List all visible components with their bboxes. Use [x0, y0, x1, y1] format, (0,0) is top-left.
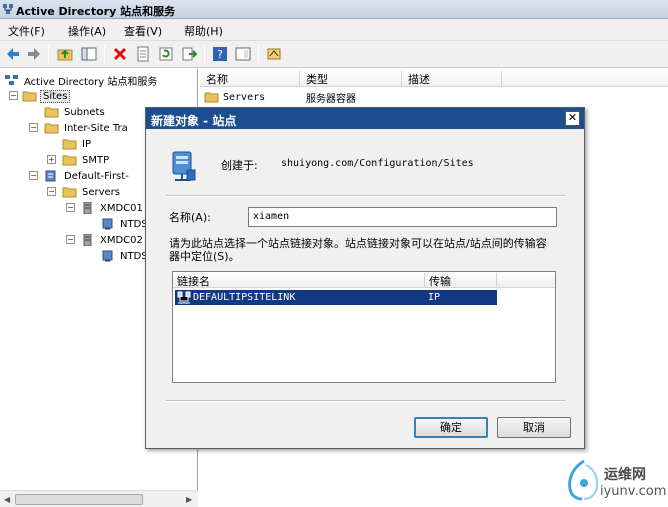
collapse-toggle-default-site[interactable]: −: [29, 171, 38, 180]
column-header-description[interactable]: 描述: [402, 71, 502, 87]
view-icon[interactable]: [234, 45, 252, 63]
site-link-hint: 请为此站点选择一个站点链接对象。站点链接对象可以在站点/站点间的传输容器中定位(…: [169, 237, 547, 263]
column-header-type[interactable]: 类型: [300, 71, 402, 87]
site-link-list[interactable]: 链接名 传输 DEFAULTIPSITELINK IP: [172, 271, 556, 383]
created-at-path: shuiyong.com/Configuration/Sites: [281, 158, 474, 169]
collapse-toggle-inter-site[interactable]: −: [29, 123, 38, 132]
menu-file[interactable]: 文件(F): [8, 23, 45, 39]
menu-bar: 文件(F) 操作(A) 查看(V) 帮助(H): [0, 19, 668, 41]
show-tree-icon[interactable]: [80, 45, 98, 63]
folder-icon: [204, 92, 219, 103]
menu-view[interactable]: 查看(V): [124, 23, 162, 39]
tree-item-inter-site-transports[interactable]: Inter-Site Tra: [44, 120, 130, 136]
column-header-transport[interactable]: 传输: [425, 273, 497, 288]
folder-icon: [62, 187, 77, 198]
site-link-icon: [177, 291, 191, 304]
ok-button[interactable]: 确定: [414, 417, 488, 438]
folder-icon: [62, 139, 77, 150]
folder-icon: [44, 107, 59, 118]
refresh-icon[interactable]: [157, 45, 175, 63]
forward-icon[interactable]: [25, 45, 43, 63]
collapse-toggle-servers[interactable]: −: [47, 187, 56, 196]
export-icon[interactable]: [180, 45, 198, 63]
tree-item-ntds-settings-1[interactable]: NTDS: [100, 216, 150, 232]
tree-root[interactable]: Active Directory 站点和服务: [4, 72, 159, 88]
column-header-name[interactable]: 名称: [200, 71, 300, 87]
close-icon[interactable]: ✕: [565, 111, 580, 126]
tree-item-xmdc02[interactable]: XMDC02: [80, 232, 145, 248]
site-link-name: DEFAULTIPSITELINK: [193, 292, 296, 303]
divider: [166, 400, 566, 402]
collapse-toggle-xmdc01[interactable]: −: [66, 203, 75, 212]
new-site-icon[interactable]: [265, 45, 283, 63]
tree-item-ip[interactable]: IP: [62, 136, 93, 152]
delete-icon[interactable]: [111, 45, 129, 63]
list-item[interactable]: Servers 服务器容器: [200, 88, 406, 106]
scroll-right-arrow-icon[interactable]: ▶: [186, 495, 192, 504]
tree-item-default-first-site[interactable]: Default-First-: [44, 168, 131, 184]
collapse-toggle-sites[interactable]: −: [9, 91, 18, 100]
tree-horizontal-scrollbar[interactable]: ◀ ▶: [0, 490, 198, 507]
up-folder-icon[interactable]: [56, 45, 74, 63]
expand-toggle-smtp[interactable]: +: [47, 155, 56, 164]
site-object-icon: [172, 151, 196, 181]
back-icon[interactable]: [4, 45, 22, 63]
scroll-left-arrow-icon[interactable]: ◀: [4, 495, 10, 504]
watermark-url: iyunv.com: [600, 484, 667, 499]
tree-item-ntds-settings-2[interactable]: NTDS: [100, 248, 150, 264]
dialog-title: 新建对象 - 站点: [151, 114, 237, 128]
divider: [166, 195, 566, 197]
dialog-body: 创建于: shuiyong.com/Configuration/Sites 名称…: [146, 129, 584, 448]
watermark: 运维网 iyunv.com: [562, 455, 666, 505]
site-name-input[interactable]: xiamen: [248, 207, 557, 227]
created-at-label: 创建于:: [221, 159, 258, 172]
site-link-row-selected[interactable]: DEFAULTIPSITELINK IP: [175, 290, 497, 305]
help-icon[interactable]: ?: [211, 45, 229, 63]
tree-item-subnets[interactable]: Subnets: [44, 104, 107, 120]
new-object-site-dialog: 新建对象 - 站点 ✕ 创建于: shuiyong.com/Configurat…: [145, 107, 585, 449]
properties-icon[interactable]: [134, 45, 152, 63]
ntds-settings-icon: [102, 218, 113, 230]
folder-icon: [22, 91, 37, 102]
tree-item-sites[interactable]: Sites: [22, 88, 71, 104]
ad-sites-icon: [3, 4, 13, 14]
menu-action[interactable]: 操作(A): [68, 23, 106, 39]
collapse-toggle-xmdc02[interactable]: −: [66, 235, 75, 244]
server-icon: [83, 234, 92, 246]
watermark-logo-icon: [568, 459, 599, 501]
column-header-link-name[interactable]: 链接名: [173, 273, 425, 288]
tree-item-smtp[interactable]: SMTP: [62, 152, 111, 168]
server-icon: [83, 202, 92, 214]
tree-item-xmdc01[interactable]: XMDC01: [80, 200, 145, 216]
ad-sites-icon: [5, 75, 18, 85]
ntds-settings-icon: [102, 250, 113, 262]
scroll-thumb[interactable]: [15, 494, 143, 505]
list-header: 名称 类型 描述: [200, 69, 668, 87]
site-link-transport: IP: [428, 292, 441, 303]
folder-icon: [62, 155, 77, 166]
site-icon: [45, 170, 56, 182]
watermark-text: 运维网: [604, 467, 646, 483]
svg-text:?: ?: [217, 48, 223, 61]
name-label: 名称(A):: [169, 211, 211, 224]
site-link-list-header: 链接名 传输: [173, 272, 555, 288]
main-title-bar: Active Directory 站点和服务: [0, 0, 668, 19]
tree-item-servers[interactable]: Servers: [62, 184, 122, 200]
cancel-button[interactable]: 取消: [497, 417, 571, 438]
folder-icon: [44, 123, 59, 134]
menu-help[interactable]: 帮助(H): [184, 23, 223, 39]
window-title: Active Directory 站点和服务: [16, 5, 176, 18]
dialog-title-bar[interactable]: 新建对象 - 站点 ✕: [146, 108, 584, 129]
toolbar: ?: [0, 41, 668, 68]
